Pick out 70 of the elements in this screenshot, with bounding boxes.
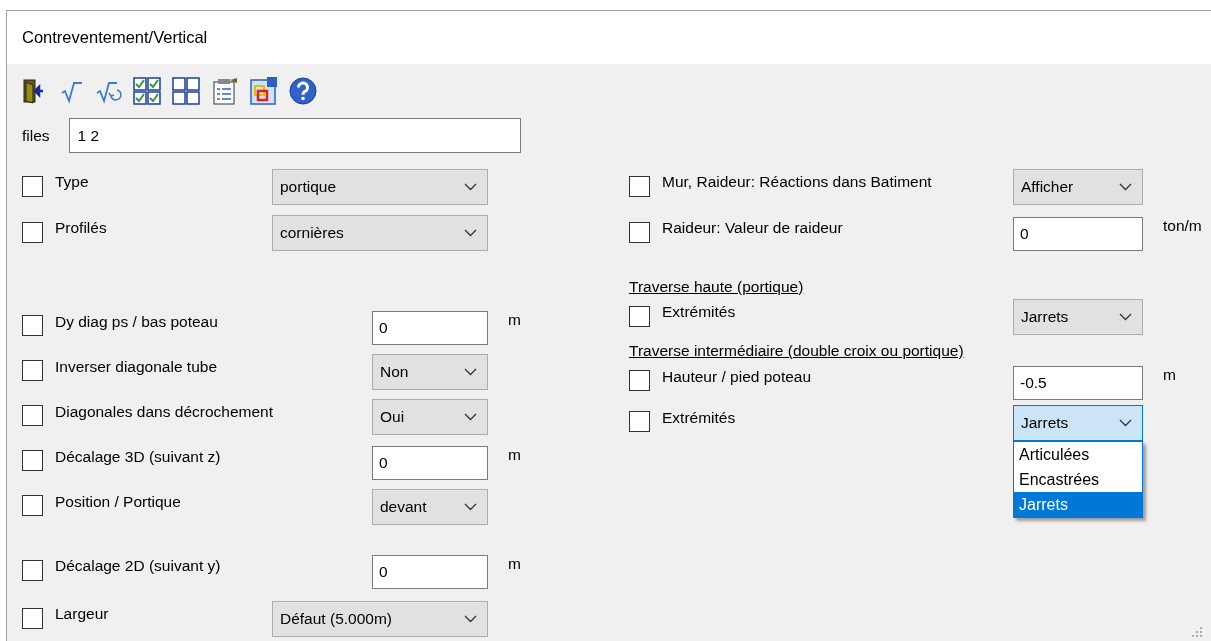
chevron-down-icon (464, 412, 477, 421)
linked-windows-icon[interactable] (249, 76, 279, 106)
field-label: Décalage 3D (suivant z) (55, 447, 222, 466)
chevron-down-icon (464, 367, 477, 376)
field-label: files (22, 126, 50, 145)
dropdown[interactable]: portique (272, 169, 488, 205)
checkbox[interactable] (22, 360, 43, 381)
checkbox[interactable] (22, 607, 43, 629)
field-label: Type (55, 173, 90, 191)
field-label: Mur, Raideur: Réactions dans Batiment (662, 173, 933, 191)
dropdown[interactable]: devant (372, 488, 488, 525)
checkbox[interactable] (22, 405, 43, 426)
window-title: Contreventement/Vertical (22, 28, 208, 47)
unit-label: m (508, 445, 521, 463)
dropdown[interactable]: cornières (272, 215, 488, 251)
section-heading: Traverse haute (portique) (629, 278, 804, 296)
text-field[interactable]: 0 (372, 310, 488, 345)
unit-label: ton/m (1163, 217, 1202, 234)
checkbox[interactable] (22, 450, 43, 471)
text-field[interactable]: 0 (1013, 217, 1143, 251)
dropdown[interactable]: Afficher (1013, 169, 1143, 205)
checkbox[interactable] (629, 305, 650, 327)
field-label: Extrémités (662, 408, 737, 427)
menu-item[interactable]: Jarrets (1014, 491, 1142, 517)
dropdown[interactable]: Non (372, 353, 488, 390)
text-field[interactable]: 1 2 (68, 118, 521, 153)
clipboard-icon[interactable] (210, 76, 240, 106)
section-heading: Traverse intermédiaire (double croix ou portique) (629, 342, 964, 360)
chevron-down-icon (464, 502, 477, 511)
checkbox[interactable] (629, 221, 650, 243)
unit-label: m (508, 310, 521, 328)
field-label: Dy diag ps / bas poteau (55, 312, 219, 331)
dropdown[interactable]: Oui (372, 398, 488, 435)
field-label: Position / Portique (55, 492, 182, 511)
chevron-down-icon (1119, 183, 1132, 191)
checked-grid-icon[interactable] (132, 76, 162, 106)
dropdown[interactable]: Jarrets (1013, 404, 1143, 441)
field-label: Décalage 2D (suivant y) (55, 557, 222, 575)
checkbox[interactable] (22, 559, 43, 581)
resize-grip-icon[interactable] (1191, 626, 1203, 638)
empty-grid-icon[interactable] (171, 76, 201, 106)
text-field[interactable]: 0 (372, 445, 488, 480)
checkbox[interactable] (22, 495, 43, 516)
chevron-down-icon (464, 183, 477, 191)
checkbox[interactable] (629, 370, 650, 391)
menu-item[interactable]: Articulées (1014, 441, 1142, 467)
field-label: Profilés (55, 219, 108, 237)
chevron-down-icon (1119, 418, 1132, 427)
field-label: Extrémités (662, 303, 737, 321)
unit-label: m (508, 555, 521, 572)
chevron-down-icon (464, 615, 477, 623)
checkbox[interactable] (629, 175, 650, 197)
field-label: Diagonales dans décrochement (55, 402, 274, 421)
dropdown[interactable]: Jarrets (1013, 299, 1143, 335)
chevron-down-icon (1119, 313, 1132, 321)
field-label: Hauteur / pied poteau (662, 367, 813, 386)
field-label: Raideur: Valeur de raideur (662, 219, 844, 237)
menu-item[interactable]: Encastrées (1014, 466, 1142, 492)
text-field[interactable]: 0 (372, 555, 488, 589)
field-label: Largeur (55, 605, 110, 623)
dropdown[interactable]: Défaut (5.000m) (272, 601, 488, 637)
chevron-down-icon (464, 229, 477, 237)
unit-label: m (1163, 365, 1176, 383)
checkbox[interactable] (629, 411, 650, 432)
field-label: Inverser diagonale tube (55, 357, 218, 376)
checkbox[interactable] (22, 221, 43, 243)
help-icon[interactable] (288, 76, 318, 106)
text-field[interactable]: -0.5 (1013, 365, 1143, 400)
checkbox[interactable] (22, 315, 43, 336)
checkbox[interactable] (22, 175, 43, 197)
